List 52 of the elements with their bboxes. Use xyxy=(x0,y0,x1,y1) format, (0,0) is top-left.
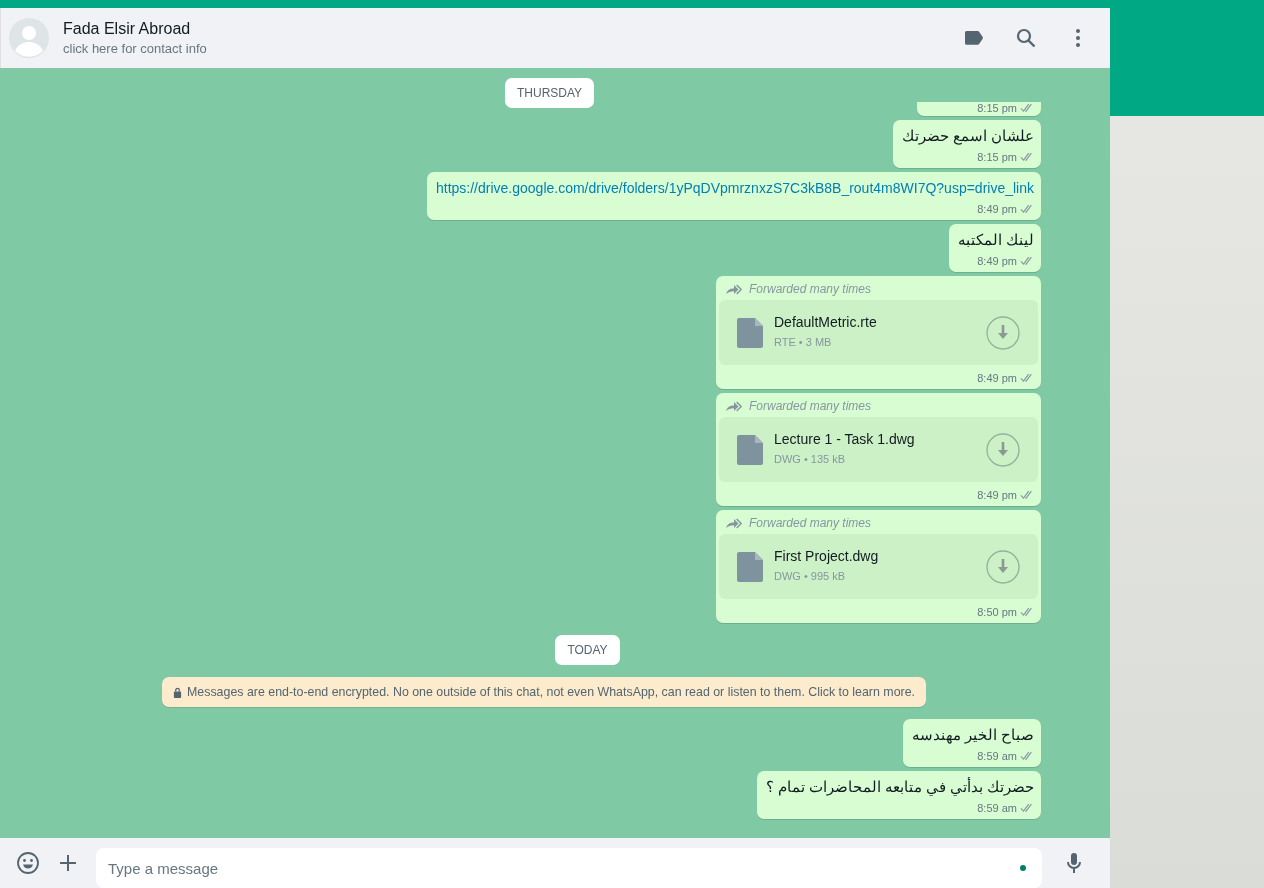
double-check-icon xyxy=(1020,607,1034,617)
message-time: 8:49 pm xyxy=(977,372,1017,384)
search-icon[interactable] xyxy=(1014,26,1038,50)
message-time: 8:15 pm xyxy=(977,102,1017,114)
forwarded-label: Forwarded many times xyxy=(749,399,872,413)
message-input[interactable]: Type a message xyxy=(96,848,1042,888)
message-time: 8:59 am xyxy=(977,802,1017,814)
double-check-icon xyxy=(1020,373,1034,383)
message-time: 8:49 pm xyxy=(977,255,1017,267)
forward-icon xyxy=(725,283,743,295)
file-details: DWG • 995 kB xyxy=(774,569,846,582)
file-details: DWG • 135 kB xyxy=(774,452,846,465)
double-check-icon xyxy=(1020,803,1034,813)
double-check-icon xyxy=(1020,256,1034,266)
message-text: حضرتك بدأتي في متابعه المحاضرات تمام ؟ xyxy=(765,778,1034,797)
date-chip: TODAY xyxy=(555,635,620,665)
encryption-text: Messages are end-to-end encrypted. No one outside of this chat, not even WhatsApp, can read or listen to them. Click to learn more. xyxy=(187,685,915,699)
forward-icon xyxy=(725,400,743,412)
encryption-notice[interactable]: Messages are end-to-end encrypted. No one outside of this chat, not even WhatsApp, can read or listen to them. Click to learn more. xyxy=(162,677,926,707)
message-link[interactable]: https://drive.google.com/drive/folders/1yPqDVpmrznxzS7C3kB8B_rout4m8WI7Q?usp=drive_link xyxy=(436,179,1034,198)
date-chip: THURSDAY xyxy=(505,78,595,108)
file-details: RTE • 3 MB xyxy=(774,335,832,348)
message-text: علشان اسمع حضرتك xyxy=(901,127,1034,146)
file-name: Lecture 1 - Task 1.dwg xyxy=(774,430,915,447)
document-icon xyxy=(737,551,763,582)
emoji-icon[interactable] xyxy=(16,851,40,875)
file-name: First Project.dwg xyxy=(774,547,879,564)
double-check-icon xyxy=(1020,103,1034,113)
message-time: 8:49 pm xyxy=(977,489,1017,501)
file-attachment[interactable]: DefaultMetric.rte RTE • 3 MB xyxy=(719,300,1038,365)
file-name: DefaultMetric.rte xyxy=(774,313,877,330)
document-icon xyxy=(737,434,763,465)
file-attachment[interactable]: Lecture 1 - Task 1.dwg DWG • 135 kB xyxy=(719,417,1038,482)
forwarded-label: Forwarded many times xyxy=(749,516,872,530)
message-time: 8:50 pm xyxy=(977,606,1017,618)
double-check-icon xyxy=(1020,204,1034,214)
contact-info-hint[interactable]: click here for contact info xyxy=(63,41,207,56)
document-icon xyxy=(737,317,763,348)
message-time: 8:15 pm xyxy=(977,151,1017,163)
status-dot xyxy=(1020,865,1026,871)
double-check-icon xyxy=(1020,490,1034,500)
double-check-icon xyxy=(1020,152,1034,162)
forwarded-label: Forwarded many times xyxy=(749,282,872,296)
lock-icon xyxy=(173,686,182,698)
forward-icon xyxy=(725,517,743,529)
message-text: لينك المكتبه xyxy=(957,231,1034,250)
double-check-icon xyxy=(1020,751,1034,761)
file-attachment[interactable]: First Project.dwg DWG • 995 kB xyxy=(719,534,1038,599)
message-time: 8:49 pm xyxy=(977,203,1017,215)
contact-name[interactable]: Fada Elsir Abroad xyxy=(63,20,191,38)
message-time: 8:59 am xyxy=(977,750,1017,762)
message-text: صباح الخير مهندسه xyxy=(911,726,1034,745)
